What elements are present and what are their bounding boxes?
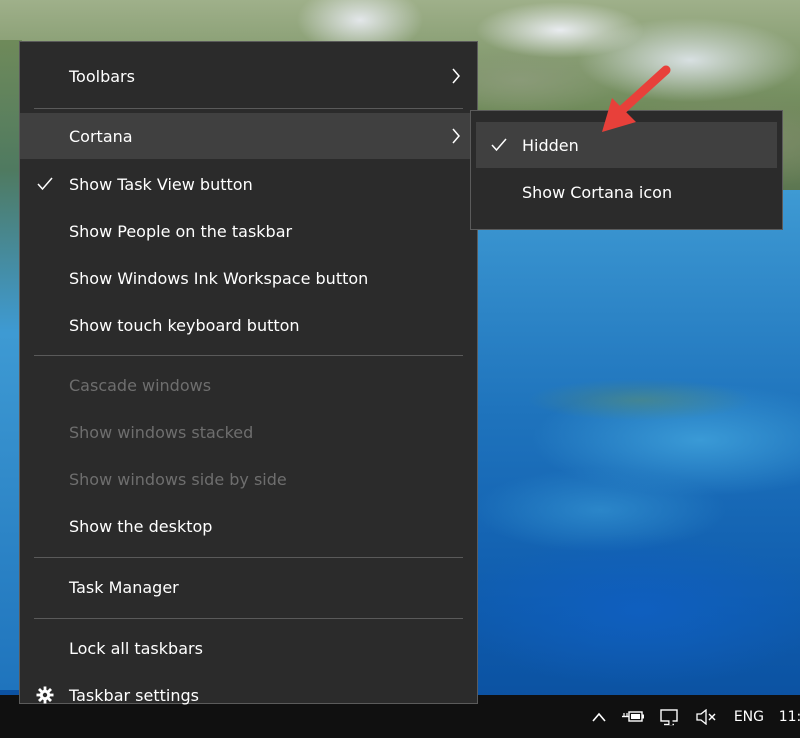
menu-item-windows-side-by-side: Show windows side by side bbox=[20, 456, 477, 502]
clock[interactable]: 11: bbox=[774, 695, 800, 738]
checkmark-icon bbox=[488, 122, 510, 168]
menu-divider bbox=[34, 108, 463, 109]
menu-item-label: Show Windows Ink Workspace button bbox=[69, 268, 369, 288]
menu-divider bbox=[34, 557, 463, 558]
menu-item-label: Toolbars bbox=[69, 66, 135, 86]
menu-item-label: Show windows side by side bbox=[69, 469, 287, 489]
annotation-arrow-icon bbox=[602, 65, 671, 132]
volume-muted-icon[interactable] bbox=[688, 695, 724, 738]
menu-item-label: Show the desktop bbox=[69, 516, 213, 536]
menu-item-show-task-view[interactable]: Show Task View button bbox=[20, 161, 477, 207]
menu-item-label: Show Task View button bbox=[69, 174, 253, 194]
menu-item-show-ink-workspace[interactable]: Show Windows Ink Workspace button bbox=[20, 255, 477, 301]
submenu-item-show-cortana-icon[interactable]: Show Cortana icon bbox=[476, 169, 777, 215]
network-icon[interactable] bbox=[652, 695, 688, 738]
submenu-item-label: Show Cortana icon bbox=[522, 182, 673, 202]
menu-item-label: Show windows stacked bbox=[69, 422, 254, 442]
menu-item-label: Lock all taskbars bbox=[69, 638, 203, 658]
menu-divider bbox=[34, 618, 463, 619]
menu-item-label: Show touch keyboard button bbox=[69, 315, 300, 335]
menu-item-label: Show People on the taskbar bbox=[69, 221, 293, 241]
menu-item-task-manager[interactable]: Task Manager bbox=[20, 564, 477, 610]
menu-item-show-touch-keyboard[interactable]: Show touch keyboard button bbox=[20, 302, 477, 348]
menu-item-cortana[interactable]: Cortana bbox=[20, 113, 477, 159]
checkmark-icon bbox=[34, 161, 56, 207]
chevron-right-icon bbox=[449, 113, 463, 159]
menu-item-toolbars[interactable]: Toolbars bbox=[20, 53, 477, 99]
taskbar-context-menu: Toolbars Cortana Show Task View button S… bbox=[19, 41, 478, 705]
power-battery-icon[interactable] bbox=[614, 695, 652, 738]
menu-item-label: Cascade windows bbox=[69, 375, 212, 395]
menu-item-label: Cortana bbox=[69, 126, 133, 146]
menu-item-cascade-windows: Cascade windows bbox=[20, 362, 477, 408]
submenu-item-label: Hidden bbox=[522, 135, 579, 155]
menu-divider bbox=[34, 355, 463, 356]
menu-item-taskbar-settings[interactable]: Taskbar settings bbox=[20, 672, 477, 718]
gear-icon bbox=[34, 672, 56, 718]
system-tray: ENG 11: bbox=[584, 695, 800, 738]
wallpaper-lake-reflection bbox=[480, 340, 800, 460]
menu-item-show-desktop[interactable]: Show the desktop bbox=[20, 503, 477, 549]
menu-item-show-people[interactable]: Show People on the taskbar bbox=[20, 208, 477, 254]
menu-item-label: Task Manager bbox=[69, 577, 179, 597]
chevron-up-icon[interactable] bbox=[584, 695, 614, 738]
chevron-right-icon bbox=[449, 53, 463, 99]
language-indicator[interactable]: ENG bbox=[724, 695, 774, 738]
menu-item-lock-taskbars[interactable]: Lock all taskbars bbox=[20, 625, 477, 671]
menu-item-windows-stacked: Show windows stacked bbox=[20, 409, 477, 455]
menu-item-label: Taskbar settings bbox=[69, 685, 199, 705]
